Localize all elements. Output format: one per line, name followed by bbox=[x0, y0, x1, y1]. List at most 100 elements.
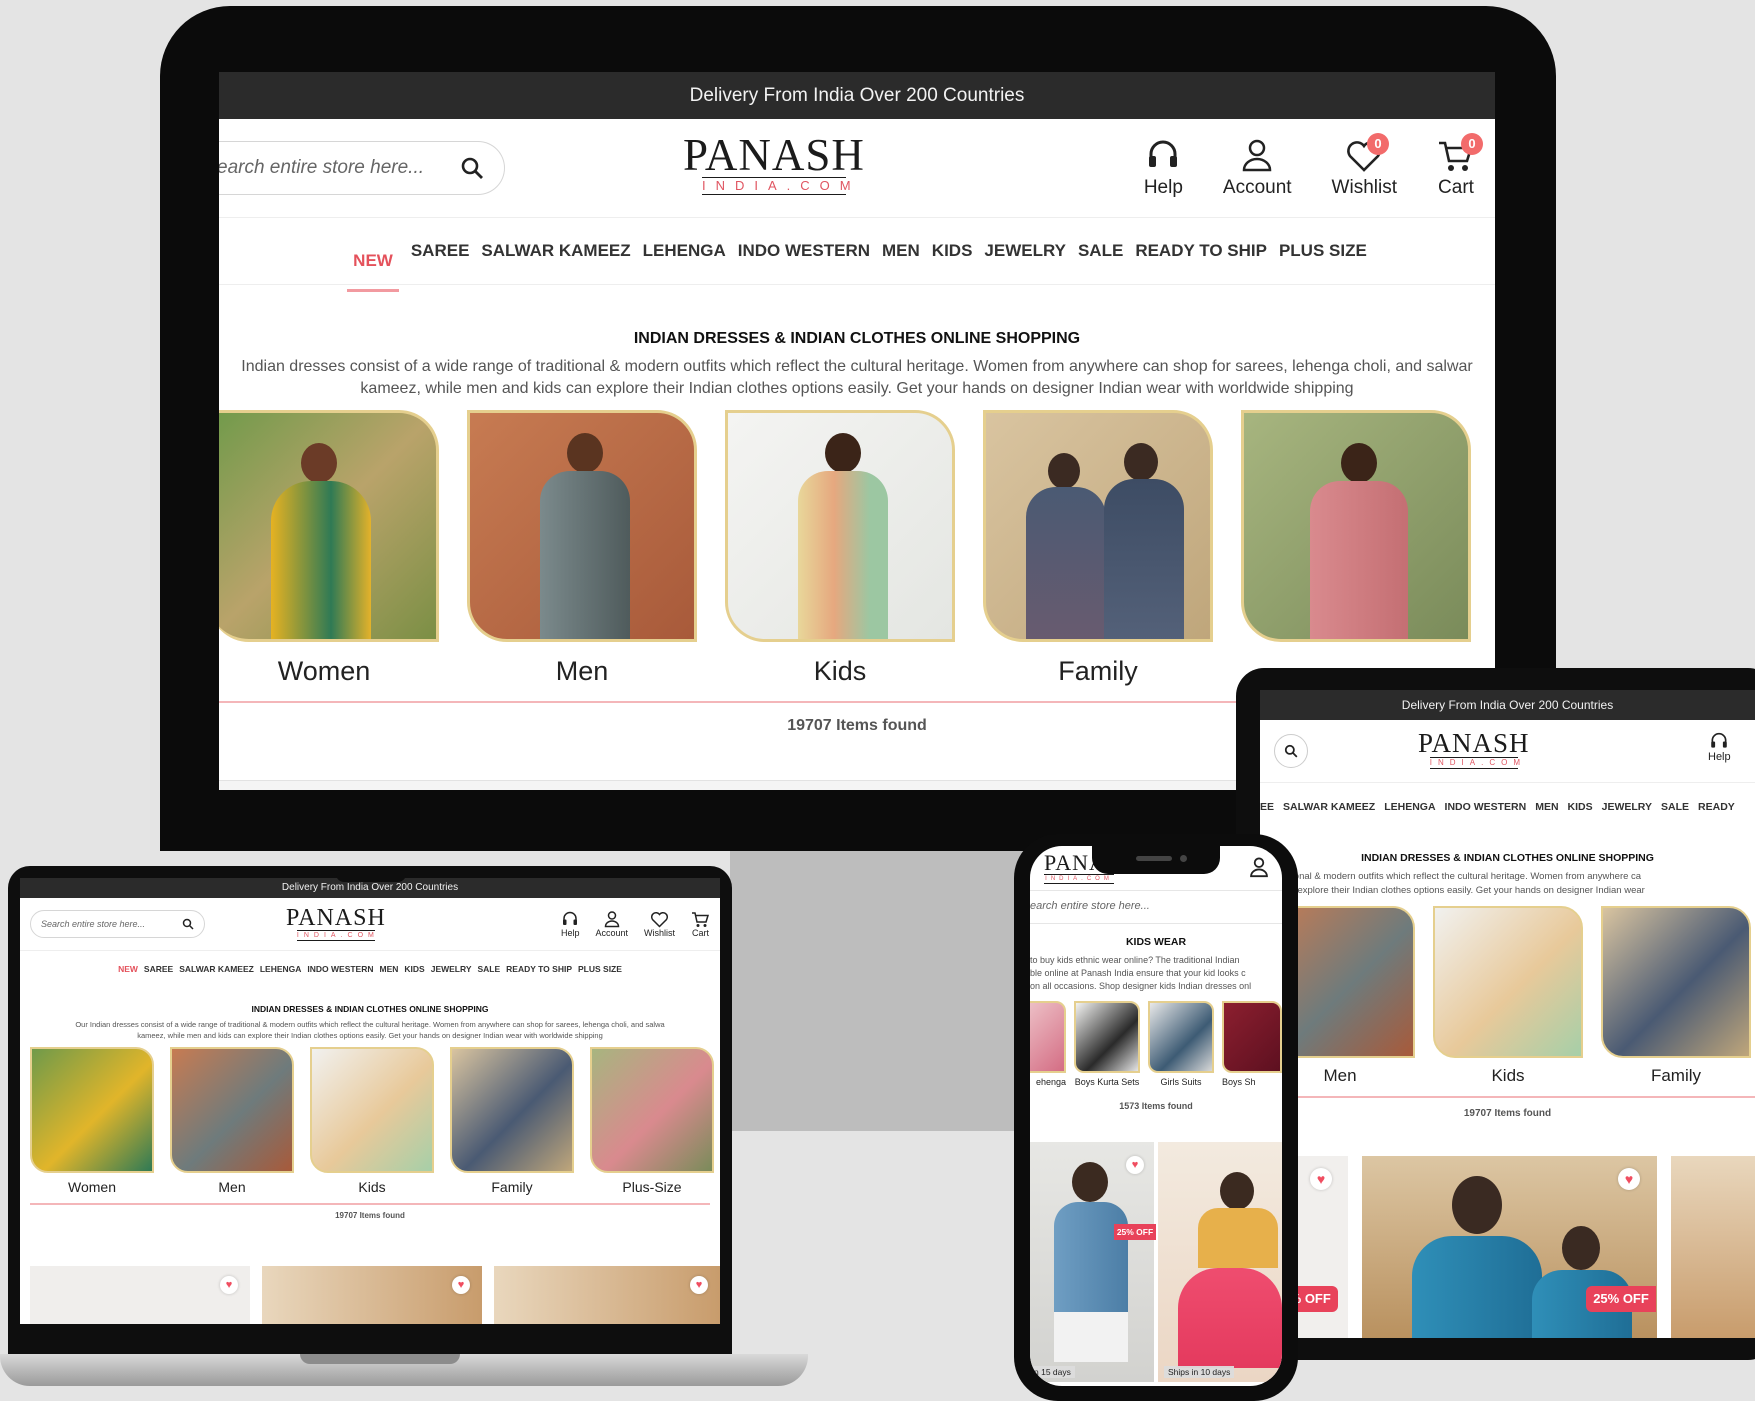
help-button[interactable]: Help bbox=[1144, 139, 1183, 199]
laptop-wishlist-heart-icon[interactable]: ♥ bbox=[220, 1276, 238, 1294]
laptop-nav-item-lehenga[interactable]: LEHENGA bbox=[260, 964, 302, 974]
nav-item-ready-to-ship[interactable]: READY TO SHIP bbox=[1135, 241, 1267, 261]
tablet-search-button[interactable] bbox=[1274, 734, 1308, 768]
tablet-wishlist-heart-icon[interactable]: ♥ bbox=[1310, 1168, 1332, 1190]
laptop-cart-button[interactable]: Cart bbox=[691, 911, 710, 938]
tablet-product-card[interactable]: ♥ 25% OFF bbox=[1362, 1156, 1657, 1338]
phone-dynamic-island bbox=[1092, 846, 1220, 874]
laptop-product-card[interactable]: ♥ bbox=[494, 1266, 720, 1324]
laptop-category-family[interactable]: Family bbox=[450, 1047, 574, 1195]
category-men[interactable]: Men bbox=[467, 410, 697, 687]
search-input[interactable]: earch entire store here... bbox=[219, 141, 505, 195]
logo-sub-text: INDIA.COM bbox=[701, 177, 861, 195]
category-family[interactable]: Family bbox=[983, 410, 1213, 687]
nav-item-saree[interactable]: SAREE bbox=[411, 241, 470, 261]
tablet-nav-item-sale[interactable]: SALE bbox=[1661, 801, 1689, 813]
laptop-category-image-family bbox=[450, 1047, 574, 1173]
laptop-product-card[interactable]: ♥ bbox=[30, 1266, 250, 1324]
site-logo[interactable]: PANASH INDIA.COM bbox=[683, 133, 865, 195]
nav-item-plus-size[interactable]: PLUS SIZE bbox=[1279, 241, 1367, 261]
laptop-help-button[interactable]: Help bbox=[561, 911, 579, 938]
nav-item-indo-western[interactable]: INDO WESTERN bbox=[738, 241, 870, 261]
wishlist-button[interactable]: 0 Wishlist bbox=[1331, 133, 1397, 199]
category-women[interactable]: Women bbox=[219, 410, 439, 687]
tablet-intro-text: of traditional & modern outfits which re… bbox=[1260, 870, 1755, 898]
laptop-category-image-men bbox=[170, 1047, 294, 1173]
laptop-product-card[interactable]: ♥ bbox=[262, 1266, 482, 1324]
account-icon bbox=[1242, 139, 1272, 172]
wishlist-label: Wishlist bbox=[1331, 177, 1397, 198]
nav-item-lehenga[interactable]: LEHENGA bbox=[643, 241, 726, 261]
phone-subcategory-girls-suits[interactable]: Girls Suits bbox=[1148, 1001, 1214, 1087]
tablet-nav-item-ready-partial[interactable]: READY bbox=[1698, 801, 1735, 813]
tablet-category-tiles: Men Kids Family bbox=[1265, 906, 1755, 1086]
laptop-logo[interactable]: PANASH INDIA.COM bbox=[286, 906, 386, 941]
site-header: earch entire store here... PANASH INDIA.… bbox=[219, 119, 1495, 217]
category-plus-size[interactable] bbox=[1241, 410, 1471, 687]
tablet-search-icon bbox=[1284, 744, 1298, 758]
phone-subcategory-label: Girls Suits bbox=[1160, 1077, 1202, 1087]
laptop-search-input[interactable]: Search entire store here... bbox=[30, 910, 205, 938]
category-kids[interactable]: Kids bbox=[725, 410, 955, 687]
tablet-nav-item-indo-western[interactable]: INDO WESTERN bbox=[1445, 801, 1527, 813]
intro-title: INDIAN DRESSES & INDIAN CLOTHES ONLINE S… bbox=[633, 330, 1081, 347]
phone-search-input[interactable]: earch entire store here... bbox=[1030, 890, 1282, 924]
phone-account-icon[interactable] bbox=[1248, 856, 1270, 878]
laptop-intro-line-1: Our Indian dresses consist of a wide ran… bbox=[75, 1020, 665, 1029]
laptop-nav-item-plus-size[interactable]: PLUS SIZE bbox=[578, 964, 622, 974]
account-button[interactable]: Account bbox=[1223, 137, 1292, 199]
nav-item-kids[interactable]: KIDS bbox=[932, 241, 973, 261]
laptop-category-kids[interactable]: Kids bbox=[310, 1047, 434, 1195]
tablet-nav-item-jewelry[interactable]: JEWELRY bbox=[1602, 801, 1652, 813]
tablet-category-label-kids: Kids bbox=[1491, 1066, 1525, 1085]
laptop-help-icon bbox=[563, 911, 578, 925]
laptop-nav-item-sale[interactable]: SALE bbox=[478, 964, 501, 974]
help-label: Help bbox=[1143, 177, 1183, 198]
cart-button[interactable]: 0 Cart bbox=[1437, 133, 1483, 199]
nav-item-salwar-kameez[interactable]: SALWAR KAMEEZ bbox=[481, 241, 630, 261]
laptop-wishlist-heart-icon[interactable]: ♥ bbox=[690, 1276, 708, 1294]
laptop-category-women[interactable]: Women bbox=[30, 1047, 154, 1195]
tablet-nav-item-lehenga[interactable]: LEHENGA bbox=[1384, 801, 1435, 813]
laptop-nav-item-jewelry[interactable]: JEWELRY bbox=[431, 964, 472, 974]
phone-subcategory-boys-sherwani[interactable]: Boys Sh bbox=[1222, 1001, 1282, 1087]
phone-subcategory-image bbox=[1222, 1001, 1282, 1073]
laptop-wishlist-heart-icon[interactable]: ♥ bbox=[452, 1276, 470, 1294]
tablet-nav-item-kids[interactable]: KIDS bbox=[1568, 801, 1593, 813]
nav-item-jewelry[interactable]: JEWELRY bbox=[984, 241, 1066, 261]
tablet-nav-item-men[interactable]: MEN bbox=[1535, 801, 1558, 813]
laptop-nav-item-ready-to-ship[interactable]: READY TO SHIP bbox=[506, 964, 572, 974]
tablet-category-family[interactable]: Family bbox=[1601, 906, 1751, 1086]
laptop-search-placeholder: Search entire store here... bbox=[41, 919, 146, 929]
laptop-wishlist-button[interactable]: Wishlist bbox=[644, 911, 675, 938]
tablet-nav-item-salwar-kameez[interactable]: SALWAR KAMEEZ bbox=[1283, 801, 1375, 813]
tablet-nav-item-saree-partial[interactable]: EE bbox=[1260, 801, 1274, 813]
tablet-wishlist-heart-icon[interactable]: ♥ bbox=[1618, 1168, 1640, 1190]
laptop-nav-item-indo-western[interactable]: INDO WESTERN bbox=[307, 964, 373, 974]
nav-item-new[interactable]: NEW bbox=[347, 231, 399, 292]
nav-item-men[interactable]: MEN bbox=[882, 241, 920, 261]
search-icon[interactable] bbox=[460, 156, 484, 180]
laptop-nav-item-salwar-kameez[interactable]: SALWAR KAMEEZ bbox=[179, 964, 254, 974]
phone-subcategory-boys-kurta-sets[interactable]: Boys Kurta Sets bbox=[1074, 1001, 1140, 1087]
laptop-category-plus-size[interactable]: Plus-Size bbox=[590, 1047, 714, 1195]
announcement-bar: Delivery From India Over 200 Countries bbox=[219, 72, 1495, 119]
phone-wishlist-heart-icon[interactable]: ♥ bbox=[1126, 1156, 1144, 1174]
tablet-category-kids[interactable]: Kids bbox=[1433, 906, 1583, 1086]
nav-item-sale[interactable]: SALE bbox=[1078, 241, 1123, 261]
laptop-search-icon[interactable] bbox=[182, 918, 194, 930]
phone-subcategory-lehenga[interactable]: ehenga bbox=[1030, 1001, 1066, 1087]
phone-product-card[interactable]: ♥ 25% OFF n 15 days bbox=[1030, 1142, 1156, 1382]
tablet-logo-main: PANASH bbox=[1418, 728, 1530, 758]
laptop-category-men[interactable]: Men bbox=[170, 1047, 294, 1195]
tablet-help-button[interactable]: Help bbox=[1708, 732, 1731, 763]
tablet-product-card[interactable] bbox=[1671, 1156, 1755, 1338]
tablet-logo[interactable]: PANASH INDIA.COM bbox=[1418, 730, 1530, 769]
phone-subcategory-image bbox=[1148, 1001, 1214, 1073]
laptop-nav-item-new[interactable]: NEW bbox=[118, 964, 138, 974]
laptop-nav-item-saree[interactable]: SAREE bbox=[144, 964, 173, 974]
laptop-nav-item-kids[interactable]: KIDS bbox=[404, 964, 424, 974]
laptop-account-button[interactable]: Account bbox=[595, 910, 628, 938]
phone-product-card[interactable]: Ships in 10 days bbox=[1158, 1142, 1282, 1382]
laptop-nav-item-men[interactable]: MEN bbox=[380, 964, 399, 974]
